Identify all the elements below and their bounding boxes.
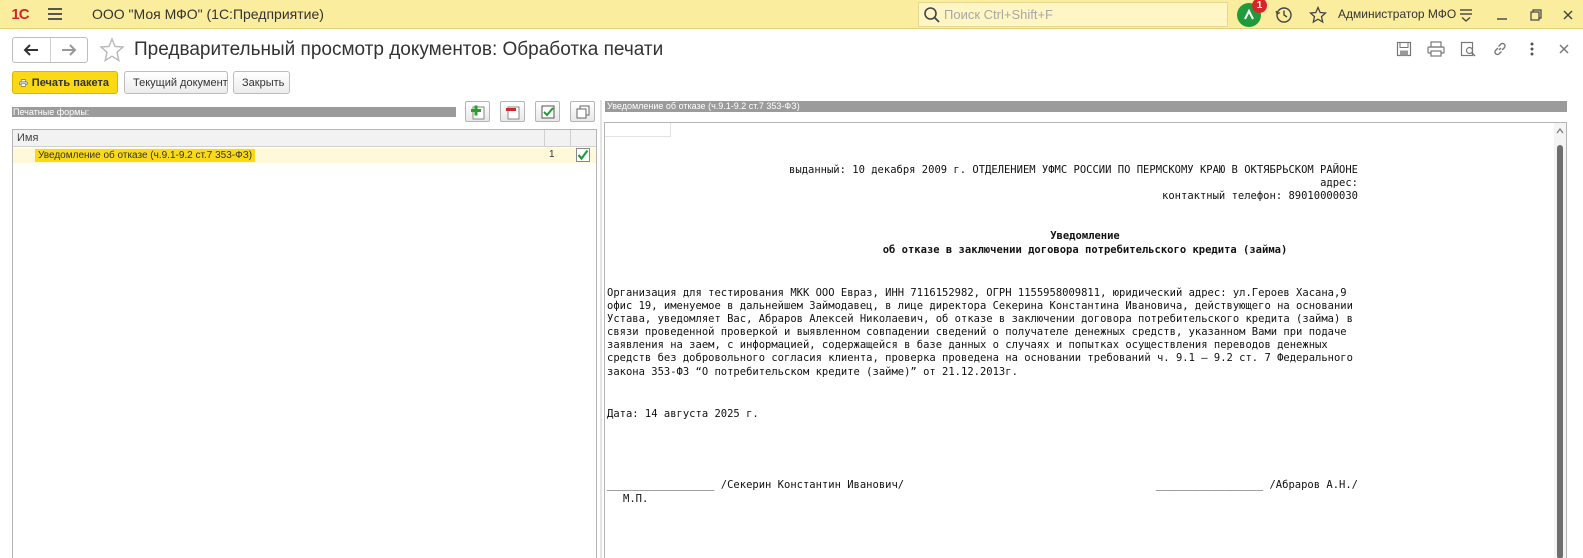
restore-icon	[1530, 8, 1542, 21]
arrow-right-icon	[61, 44, 77, 56]
more-vertical-icon	[1530, 42, 1534, 56]
delete-document-icon	[505, 106, 519, 119]
check-all-button[interactable]	[535, 101, 560, 122]
delete-form-button[interactable]	[500, 101, 525, 122]
form-name: Уведомление об отказе (ч.9.1-9.2 ст.7 35…	[35, 149, 256, 162]
document-preview[interactable]: Абрарову Алексею Николаевичу паспорт: се…	[604, 122, 1567, 558]
global-search[interactable]	[918, 2, 1228, 27]
search-icon	[924, 6, 940, 23]
restore-button[interactable]	[1524, 0, 1548, 29]
notice-subtitle: об отказе в заключении договора потребит…	[882, 244, 1288, 256]
close-label: Закрыть	[242, 76, 285, 89]
minimize-button[interactable]	[1490, 0, 1514, 29]
body-line: закона 353-ФЗ “О потребительском кредите…	[607, 366, 1018, 378]
form-header-actions	[1393, 38, 1575, 60]
favorites-button[interactable]	[1306, 0, 1330, 29]
back-button[interactable]	[13, 38, 50, 62]
page-title: Предварительный просмотр документов: Обр…	[134, 39, 664, 60]
table-header: Имя	[13, 130, 596, 147]
forward-button[interactable]	[49, 38, 88, 62]
close-button[interactable]: Закрыть	[233, 71, 290, 94]
printer-icon	[19, 78, 28, 87]
client-signature: _________________ /Абраров А.Н./	[1155, 479, 1358, 491]
body-line: Организация для тестирования МКК ООО Евр…	[607, 287, 1347, 299]
print-package-button[interactable]: Печать пакета	[12, 71, 118, 94]
save-button[interactable]	[1393, 38, 1415, 60]
contact-phone: контактный телефон: 89010000030	[1162, 190, 1358, 202]
user-name[interactable]: Администратор МФО	[1338, 0, 1456, 29]
scroll-up-icon[interactable]	[1556, 127, 1564, 135]
print-forms-table: Имя Уведомление об отказе (ч.9.1-9.2 ст.…	[12, 129, 597, 558]
current-document-label: Текущий документ	[133, 76, 228, 89]
close-window-button[interactable]	[1556, 0, 1580, 29]
notification-icon: 1	[1237, 0, 1267, 27]
more-actions-button[interactable]	[1521, 38, 1543, 60]
table-row[interactable]: Уведомление об отказе (ч.9.1-9.2 ст.7 35…	[13, 148, 596, 163]
history-icon	[1275, 6, 1292, 23]
copy-icon	[576, 105, 589, 118]
close-icon	[1559, 44, 1569, 54]
panel-splitter[interactable]	[600, 100, 602, 558]
minimize-icon	[1497, 17, 1507, 20]
stamp-place: М.П.	[623, 493, 649, 505]
printer-icon	[1427, 41, 1445, 57]
body-line: Устава, уведомляет Вас, Абраров Алексей …	[607, 313, 1353, 325]
notifications-button[interactable]: 1	[1236, 0, 1267, 29]
main-menu-button[interactable]	[40, 0, 70, 29]
body-line: офис 19, именуемое в дальнейшем Займодав…	[607, 300, 1353, 312]
link-button[interactable]	[1489, 38, 1511, 60]
link-icon	[1494, 42, 1506, 56]
notification-badge: 1	[1252, 0, 1267, 13]
close-form-button[interactable]	[1553, 38, 1575, 60]
document-header: Уведомление об отказе (ч.9.1-9.2 ст.7 35…	[605, 101, 1567, 112]
save-icon	[1396, 41, 1412, 57]
add-to-favorites-star-icon[interactable]	[98, 36, 126, 64]
vertical-scrollbar[interactable]	[1554, 123, 1566, 558]
body-line: заявления на заем, с информацией, содерж…	[607, 339, 1328, 351]
copy-button[interactable]	[570, 101, 595, 122]
body-line: средств без добровольного согласия клиен…	[607, 352, 1353, 364]
print-forms-group-label: Печатные формы:	[12, 107, 456, 117]
address-label: адрес:	[1320, 177, 1358, 189]
add-document-icon	[470, 105, 484, 119]
close-icon	[1563, 10, 1573, 19]
preview-button[interactable]	[1457, 38, 1479, 60]
current-document-dropdown[interactable]: Текущий документ ▼	[124, 71, 242, 94]
column-name-header[interactable]: Имя	[17, 132, 38, 144]
navigation-buttons	[12, 37, 88, 63]
history-button[interactable]	[1272, 0, 1296, 29]
menu-lines-icon	[1460, 8, 1472, 22]
arrow-left-icon	[23, 44, 39, 56]
form-copies-count[interactable]: 1	[549, 149, 555, 160]
spreadsheet-corner	[605, 123, 671, 137]
check-all-icon	[541, 105, 554, 118]
issued-by: выданный: 10 декабря 2009 г. ОТДЕЛЕНИЕМ …	[789, 164, 1358, 176]
document-date: Дата: 14 августа 2025 г.	[607, 408, 759, 420]
app-logo: 1С	[11, 5, 29, 23]
print-button[interactable]	[1425, 38, 1447, 60]
checkmark-icon	[577, 149, 589, 161]
settings-menu-button[interactable]	[1454, 0, 1478, 29]
search-input[interactable]	[944, 7, 1214, 22]
body-line: связи проведенной проверкой и выявленном…	[607, 326, 1347, 338]
app-title: ООО "Моя МФО" (1С:Предприятие)	[92, 6, 324, 22]
star-icon	[1309, 5, 1327, 23]
add-form-button[interactable]	[465, 101, 490, 122]
scrollbar-thumb[interactable]	[1557, 145, 1563, 558]
form-checkbox[interactable]	[576, 148, 590, 162]
print-package-label: Печать пакета	[31, 76, 109, 89]
preview-icon	[1460, 41, 1476, 57]
director-signature: _________________ /Секерин Константин Ив…	[607, 479, 905, 491]
notice-title: Уведомление	[1050, 230, 1120, 242]
